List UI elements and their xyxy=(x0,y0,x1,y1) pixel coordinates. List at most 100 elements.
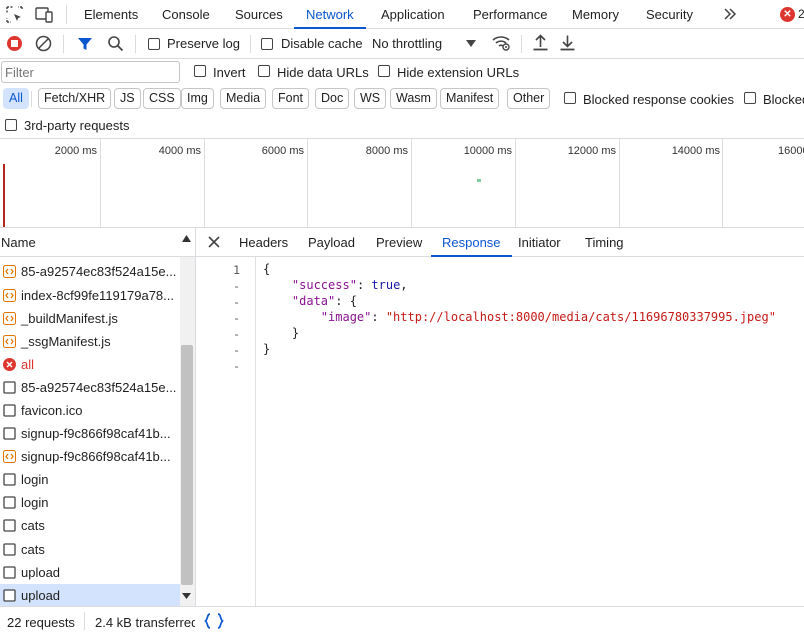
throttling-value: No throttling xyxy=(372,36,443,51)
request-row[interactable]: login xyxy=(0,468,180,491)
request-row[interactable]: cats xyxy=(0,514,180,537)
blocked-response-cookies-label: Blocked response cookies xyxy=(583,92,735,107)
scrollbar-thumb[interactable] xyxy=(181,345,193,585)
grid-line xyxy=(722,139,723,228)
tab-preview[interactable]: Preview xyxy=(376,228,422,257)
tab-response[interactable]: Response xyxy=(431,228,512,257)
request-name: all xyxy=(21,357,35,372)
request-row[interactable]: _buildManifest.js xyxy=(0,307,180,330)
request-row[interactable]: signup-f9c866f98caf41b... xyxy=(0,445,180,468)
tab-initiator[interactable]: Initiator xyxy=(518,228,561,257)
request-row[interactable]: login xyxy=(0,491,180,514)
chevron-down-icon xyxy=(466,40,476,48)
document-icon xyxy=(3,496,16,509)
close-icon[interactable] xyxy=(208,236,220,248)
request-name: 85-a92574ec83f524a15e... xyxy=(21,380,177,395)
code-key: "success" xyxy=(291,278,357,292)
hide-extension-urls-checkbox[interactable] xyxy=(378,65,390,77)
request-row[interactable]: _ssgManifest.js xyxy=(0,330,180,353)
request-count: 22 requests xyxy=(7,615,75,630)
clear-icon[interactable] xyxy=(35,35,52,52)
request-row[interactable]: 85-a92574ec83f524a15e... xyxy=(0,260,180,283)
search-icon[interactable] xyxy=(107,35,124,52)
code-value: true xyxy=(371,278,401,292)
device-toolbar-icon[interactable] xyxy=(35,6,54,23)
overview-tick-label: 4000 ms xyxy=(158,145,201,157)
preserve-log-checkbox[interactable] xyxy=(148,38,160,50)
type-filter-js[interactable]: JS xyxy=(114,88,141,109)
throttling-select[interactable]: No throttling xyxy=(372,33,480,55)
tab-payload[interactable]: Payload xyxy=(308,228,355,257)
type-filter-ws[interactable]: WS xyxy=(354,88,387,109)
request-name: index-8cf99fe119179a78... xyxy=(21,288,174,303)
type-filter-manifest[interactable]: Manifest xyxy=(440,88,500,109)
code-token: } xyxy=(291,326,300,340)
export-har-icon[interactable] xyxy=(559,34,576,52)
type-filter-wasm[interactable]: Wasm xyxy=(390,88,437,109)
document-icon xyxy=(3,381,16,394)
type-filter-css[interactable]: CSS xyxy=(143,88,181,109)
filter-icon[interactable] xyxy=(77,36,93,52)
divider xyxy=(521,35,522,53)
tab-headers[interactable]: Headers xyxy=(239,228,288,257)
third-party-row: 3rd-party requests xyxy=(0,113,804,139)
type-filter-other[interactable]: Other xyxy=(507,88,551,109)
code-key: "image" xyxy=(320,310,372,324)
scroll-down-arrow-icon[interactable] xyxy=(182,593,191,599)
tab-sources[interactable]: Sources xyxy=(235,0,283,29)
tab-timing[interactable]: Timing xyxy=(585,228,624,257)
invert-label: Invert xyxy=(213,65,246,80)
line-number: - xyxy=(233,327,240,341)
import-har-icon[interactable] xyxy=(532,34,549,52)
request-row[interactable]: favicon.ico xyxy=(0,399,180,422)
invert-checkbox[interactable] xyxy=(194,65,206,77)
type-filter-media[interactable]: Media xyxy=(220,88,267,109)
request-row[interactable]: cats xyxy=(0,538,180,561)
request-row[interactable]: signup-f9c866f98caf41b... xyxy=(0,422,180,445)
type-filter-img[interactable]: Img xyxy=(181,88,214,109)
pretty-print-icon[interactable] xyxy=(204,613,224,629)
name-column-header[interactable]: Name xyxy=(1,235,36,250)
filter-input[interactable] xyxy=(1,61,180,83)
tab-elements[interactable]: Elements xyxy=(84,0,138,29)
record-stop-icon[interactable] xyxy=(6,35,23,52)
overview-tick-label: 6000 ms xyxy=(261,145,304,157)
tab-memory[interactable]: Memory xyxy=(572,0,619,29)
disable-cache-checkbox[interactable] xyxy=(261,38,273,50)
request-name: upload xyxy=(21,565,61,580)
tab-performance[interactable]: Performance xyxy=(473,0,547,29)
network-conditions-icon[interactable] xyxy=(491,34,511,52)
tab-security[interactable]: Security xyxy=(646,0,693,29)
status-bar: 22 requests 2.4 kB transferred xyxy=(0,606,804,635)
tab-network[interactable]: Network xyxy=(294,0,366,29)
tab-application[interactable]: Application xyxy=(381,0,445,29)
more-tabs-icon[interactable] xyxy=(722,6,738,22)
request-row[interactable]: upload xyxy=(0,561,180,584)
overview-tick-label: 16000 ms xyxy=(778,145,804,157)
overview-tick-label: 14000 ms xyxy=(671,145,720,157)
preserve-log-label: Preserve log xyxy=(167,36,240,51)
request-row[interactable]: 85-a92574ec83f524a15e... xyxy=(0,376,180,399)
line-number: - xyxy=(233,359,240,373)
type-filter-fetch-xhr[interactable]: Fetch/XHR xyxy=(38,88,112,109)
third-party-checkbox[interactable] xyxy=(5,119,17,131)
network-overview[interactable]: 2000 ms 4000 ms 6000 ms 8000 ms 10000 ms… xyxy=(0,139,804,228)
document-icon xyxy=(3,589,16,602)
script-icon xyxy=(3,335,16,348)
type-filter-font[interactable]: Font xyxy=(272,88,310,109)
blocked-response-cookies-checkbox[interactable] xyxy=(564,92,576,104)
request-name: signup-f9c866f98caf41b... xyxy=(21,449,171,464)
type-filter-all[interactable]: All xyxy=(3,88,29,109)
document-icon xyxy=(3,566,16,579)
request-row[interactable]: all xyxy=(0,353,180,376)
request-row-selected[interactable]: upload xyxy=(0,584,180,607)
tab-console[interactable]: Console xyxy=(162,0,210,29)
request-name: cats xyxy=(21,518,45,533)
blocked-requests-checkbox[interactable] xyxy=(744,92,756,104)
type-filter-doc[interactable]: Doc xyxy=(315,88,350,109)
sort-up-icon[interactable] xyxy=(182,235,191,242)
hide-data-urls-checkbox[interactable] xyxy=(258,65,270,77)
code-line: "image": "http://localhost:8000/media/ca… xyxy=(320,310,776,324)
request-row[interactable]: index-8cf99fe119179a78... xyxy=(0,284,180,307)
inspect-element-icon[interactable] xyxy=(6,6,23,23)
